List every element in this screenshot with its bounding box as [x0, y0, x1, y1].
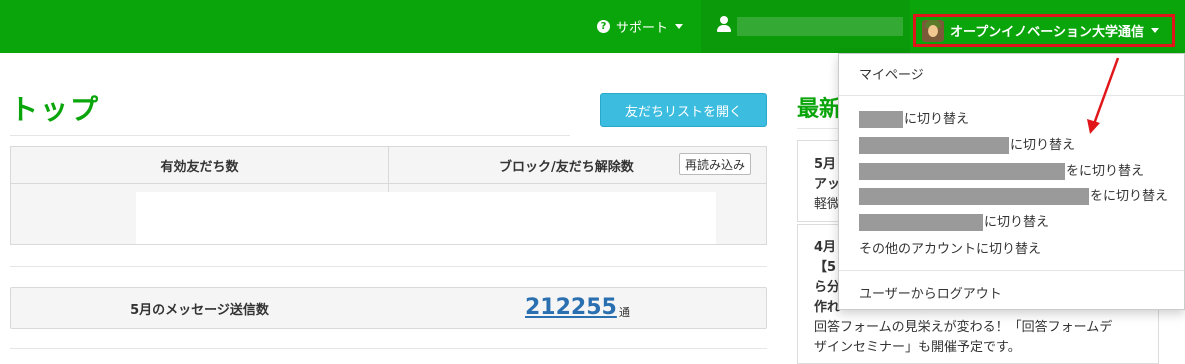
menu-divider — [839, 95, 1184, 96]
account-dropdown-menu: マイページ に切り替え に切り替え をに切り替え をに切り替え に切り替え その… — [838, 53, 1185, 310]
monthly-messages-label: 5月のメッセージ送信数 — [130, 302, 269, 318]
valid-friends-header: 有効友だち数 — [160, 159, 239, 175]
monthly-messages-count[interactable]: 212255 — [525, 295, 617, 320]
news-summary: ザインセミナー」も開催予定です。 — [814, 340, 1021, 355]
chevron-down-icon — [675, 24, 683, 29]
user-menu[interactable] — [701, 0, 910, 53]
support-label: サポート — [615, 21, 668, 36]
blocked-header: ブロック/友だち解除数 — [499, 159, 634, 175]
menu-divider — [839, 270, 1184, 271]
switch-other-accounts-item[interactable]: その他のアカウントに切り替え — [859, 238, 1041, 257]
redacted-account-name — [859, 188, 1089, 205]
news-headline: 作れ — [814, 300, 841, 315]
redacted-account-name — [859, 214, 983, 231]
switch-label: をに切り替え — [1066, 164, 1145, 179]
redacted-account-name — [859, 137, 1009, 154]
switch-label: に切り替え — [904, 112, 970, 127]
redacted-stats-values — [136, 192, 716, 244]
news-summary: 軽微 — [814, 197, 841, 212]
support-menu[interactable]: ? サポート — [582, 0, 698, 53]
switch-label: に切り替え — [1010, 138, 1076, 153]
logout-item[interactable]: ユーザーからログアウト — [859, 283, 1002, 302]
switch-account-item[interactable]: に切り替え — [859, 134, 1075, 154]
top-navbar: ? サポート オープンイノベーション大学通信 — [0, 0, 1185, 53]
news-headline: ら分 — [814, 280, 841, 295]
switch-label: をに切り替え — [1090, 189, 1169, 204]
divider — [10, 135, 570, 136]
chevron-down-icon — [1150, 28, 1159, 33]
friends-stats-table: 有効友だち数 ブロック/友だち解除数 再読み込み — [10, 146, 767, 245]
redacted-account-name — [859, 111, 903, 128]
news-title: 最新 — [797, 97, 842, 122]
page-title: トップ — [10, 93, 101, 126]
switch-account-item[interactable]: に切り替え — [859, 211, 1049, 231]
news-date: 5月 — [814, 157, 837, 172]
user-icon — [717, 16, 731, 34]
divider — [10, 348, 767, 349]
news-date: 4月 — [814, 240, 837, 255]
avatar — [922, 19, 944, 42]
news-summary: 回答フォームの見栄えが変わる！「回答フォームデ — [814, 320, 1113, 335]
switch-account-item[interactable]: をに切り替え — [859, 160, 1144, 180]
news-headline: アッ — [814, 177, 841, 192]
news-headline: 【5 — [814, 260, 837, 275]
switch-account-item[interactable]: をに切り替え — [859, 185, 1168, 205]
help-icon: ? — [596, 20, 610, 33]
redacted-account-name — [859, 163, 1065, 180]
account-name: オープンイノベーション大学通信 — [950, 25, 1144, 40]
open-friends-list-button[interactable]: 友だちリストを開く — [600, 93, 767, 127]
monthly-messages-unit: 通 — [619, 306, 630, 319]
switch-label: に切り替え — [984, 215, 1050, 230]
switch-account-item[interactable]: に切り替え — [859, 108, 969, 128]
divider — [10, 266, 767, 267]
redacted-username — [737, 17, 903, 36]
account-switcher[interactable]: オープンイノベーション大学通信 — [913, 14, 1175, 47]
monthly-messages-panel: 5月のメッセージ送信数 212255 通 — [10, 287, 767, 329]
my-page-item[interactable]: マイページ — [859, 64, 924, 83]
reload-button[interactable]: 再読み込み — [679, 153, 752, 175]
